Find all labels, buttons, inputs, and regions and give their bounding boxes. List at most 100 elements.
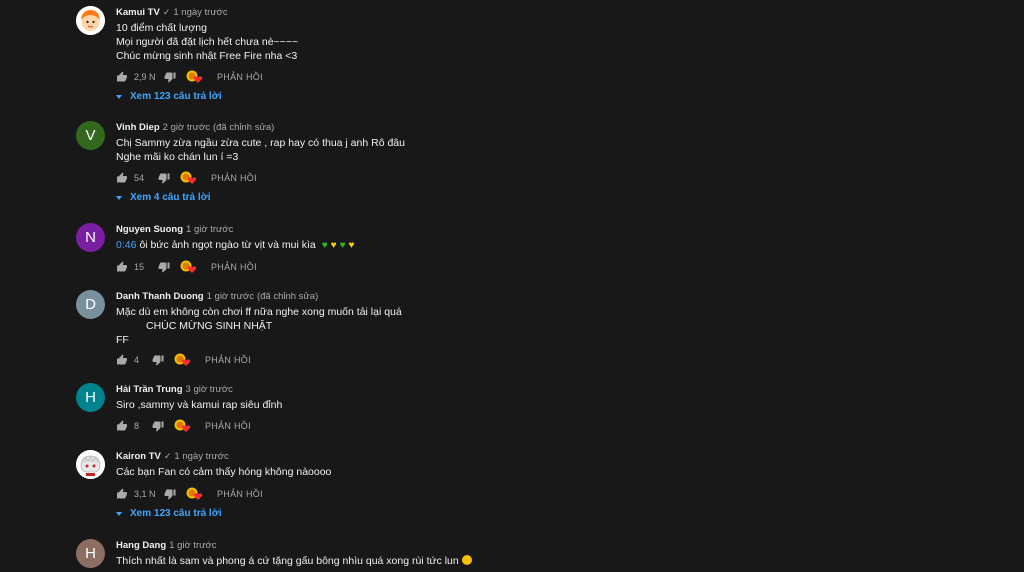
yellow-heart-icon: ♥ bbox=[348, 240, 355, 251]
yellow-heart-icon: ♥ bbox=[330, 240, 337, 251]
comment-line: Mặc dù em không còn chơi ff nữa nghe xon… bbox=[116, 306, 402, 318]
avatar-letter: H bbox=[85, 545, 96, 562]
chevron-down-icon bbox=[116, 94, 122, 99]
grinning-emoji-icon bbox=[461, 555, 472, 565]
reply-button[interactable]: PHẢN HỒI bbox=[211, 262, 257, 272]
like-count: 15 bbox=[134, 262, 145, 272]
verified-icon: ✓ bbox=[163, 451, 172, 461]
creator-heart-icon bbox=[180, 171, 197, 184]
creator-heart-icon bbox=[174, 353, 191, 366]
chevron-down-icon bbox=[116, 511, 122, 516]
green-heart-icon: ♥ bbox=[339, 240, 346, 251]
comment-line: 10 điểm chất lượng bbox=[116, 22, 207, 34]
comment-header: Danh Thanh Duong 1 giờ trước (đã chỉnh sửa… bbox=[116, 290, 956, 303]
comment-header: Hang Dang 1 giờ trước bbox=[116, 539, 956, 552]
author-name[interactable]: Hang Dang bbox=[116, 540, 166, 551]
comment-text: Thích nhất là sam và phong á cứ tặng gấu… bbox=[116, 554, 956, 568]
avatar[interactable] bbox=[76, 450, 105, 479]
creator-heart-icon bbox=[186, 487, 203, 500]
like-icon[interactable] bbox=[116, 71, 128, 83]
comment-actions: 15 PHẢN HỒI bbox=[116, 260, 257, 274]
like-icon[interactable] bbox=[116, 172, 128, 184]
comment-line: FF bbox=[116, 334, 129, 346]
avatar[interactable]: H bbox=[76, 383, 105, 412]
like-count: 3,1 N bbox=[134, 489, 156, 499]
author-name[interactable]: Nguyen Suong bbox=[116, 224, 183, 235]
dislike-icon[interactable] bbox=[152, 420, 164, 432]
comment-time[interactable]: 1 giờ trước bbox=[186, 224, 233, 235]
view-replies-button[interactable]: Xem 123 câu trả lời bbox=[116, 91, 222, 102]
comment-line: Siro ,sammy và kamui rap siêu đỉnh bbox=[116, 399, 283, 411]
dislike-icon[interactable] bbox=[152, 354, 164, 366]
avatar-letter: V bbox=[85, 127, 96, 144]
view-replies-button[interactable]: Xem 123 câu trả lời bbox=[116, 508, 222, 519]
avatar[interactable] bbox=[76, 6, 105, 35]
view-replies-button[interactable]: Xem 4 câu trả lời bbox=[116, 192, 210, 203]
comment-text: Siro ,sammy và kamui rap siêu đỉnh bbox=[116, 398, 956, 412]
green-heart-icon: ♥ bbox=[321, 240, 328, 251]
comment-time[interactable]: 1 giờ trước bbox=[207, 291, 254, 302]
like-count: 4 bbox=[134, 355, 140, 365]
reply-button[interactable]: PHẢN HỒI bbox=[217, 72, 263, 82]
like-count: 2,9 N bbox=[134, 72, 156, 82]
kairon-avatar-icon bbox=[76, 450, 105, 479]
like-count: 54 bbox=[134, 173, 145, 183]
comment-actions: 54 PHẢN HỒI bbox=[116, 171, 257, 185]
author-name[interactable]: Kamui TV bbox=[116, 7, 160, 18]
comment-text: 10 điểm chất lượng Mọi người đã đặt lịch… bbox=[116, 21, 956, 63]
avatar[interactable]: V bbox=[76, 121, 105, 150]
comment-time[interactable]: 1 giờ trước bbox=[169, 540, 216, 551]
comment-header: Nguyen Suong 1 giờ trước bbox=[116, 223, 956, 236]
reply-button[interactable]: PHẢN HỒI bbox=[205, 355, 251, 365]
reply-button[interactable]: PHẢN HỒI bbox=[217, 489, 263, 499]
avatar[interactable]: D bbox=[76, 290, 105, 319]
comment-line: 0:46 ôi bức ảnh ngọt ngào từ vịt và mui k… bbox=[116, 238, 956, 252]
comment-text: Các bạn Fan có cảm thấy hóng không nàooo… bbox=[116, 465, 956, 479]
reply-button[interactable]: PHẢN HỒI bbox=[211, 173, 257, 183]
comment-actions: 4 PHẢN HỒI bbox=[116, 353, 251, 367]
avatar[interactable]: H bbox=[76, 539, 105, 568]
creator-heart-icon bbox=[174, 419, 191, 432]
comment-text: 0:46 ôi bức ảnh ngọt ngào từ vịt và mui k… bbox=[116, 238, 956, 252]
view-replies-label: Xem 123 câu trả lời bbox=[130, 508, 222, 519]
comment-time[interactable]: 2 giờ trước bbox=[163, 122, 210, 133]
author-name[interactable]: Danh Thanh Duong bbox=[116, 291, 204, 302]
comment-line: Thích nhất là sam và phong á cứ tặng gấu… bbox=[116, 554, 956, 568]
comment-line: CHÚC MỪNG SINH NHẬT bbox=[116, 319, 956, 333]
comment-line: Mọi người đã đặt lịch hết chưa nè~~~~ bbox=[116, 36, 299, 48]
view-replies-label: Xem 123 câu trả lời bbox=[130, 91, 222, 102]
edited-label: (đã chỉnh sửa) bbox=[256, 291, 319, 302]
avatar-letter: H bbox=[85, 389, 96, 406]
verified-icon: ✓ bbox=[162, 7, 171, 17]
video-timestamp-link[interactable]: 0:46 bbox=[116, 239, 136, 251]
avatar[interactable]: N bbox=[76, 223, 105, 252]
comment-line: Nghe mãi ko chán lun í =3 bbox=[116, 151, 239, 163]
author-name[interactable]: Vinh Diep bbox=[116, 122, 160, 133]
avatar-letter: D bbox=[85, 296, 96, 313]
comment-time[interactable]: 1 ngày trước bbox=[173, 7, 227, 18]
dislike-icon[interactable] bbox=[164, 488, 176, 500]
reply-button[interactable]: PHẢN HỒI bbox=[205, 421, 251, 431]
comment-actions: 8 PHẢN HỒI bbox=[116, 419, 251, 433]
creator-heart-icon bbox=[186, 70, 203, 83]
comment-time[interactable]: 3 giờ trước bbox=[186, 384, 233, 395]
chevron-down-icon bbox=[116, 195, 122, 200]
like-icon[interactable] bbox=[116, 354, 128, 366]
dislike-icon[interactable] bbox=[164, 71, 176, 83]
comment-header: Kamui TV ✓ 1 ngày trước bbox=[116, 6, 956, 19]
author-name[interactable]: Kairon TV bbox=[116, 451, 161, 462]
author-name[interactable]: Hải Trần Trung bbox=[116, 384, 183, 395]
dislike-icon[interactable] bbox=[158, 172, 170, 184]
comment-time[interactable]: 1 ngày trước bbox=[174, 451, 228, 462]
comment-line: Các bạn Fan có cảm thấy hóng không nàooo… bbox=[116, 466, 332, 478]
comment-header: Vinh Diep 2 giờ trước (đã chỉnh sửa) bbox=[116, 121, 956, 134]
comment-text: Chị Sammy zừa ngầu zừa cute , rap hay có… bbox=[116, 136, 956, 164]
like-count: 8 bbox=[134, 421, 140, 431]
edited-label: (đã chỉnh sửa) bbox=[212, 122, 275, 133]
dislike-icon[interactable] bbox=[158, 261, 170, 273]
creator-heart-icon bbox=[180, 260, 197, 273]
comment-line-text: CHÚC MỪNG SINH NHẬT bbox=[146, 320, 273, 332]
like-icon[interactable] bbox=[116, 420, 128, 432]
like-icon[interactable] bbox=[116, 488, 128, 500]
like-icon[interactable] bbox=[116, 261, 128, 273]
